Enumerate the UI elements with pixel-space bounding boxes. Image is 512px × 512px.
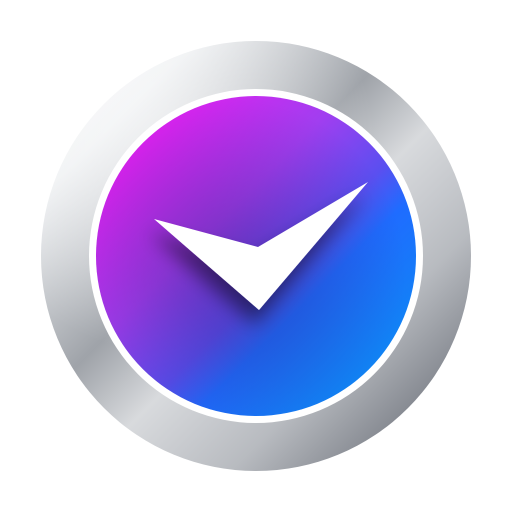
clock-app-icon[interactable] bbox=[0, 0, 512, 512]
app-icon-canvas bbox=[0, 0, 512, 512]
